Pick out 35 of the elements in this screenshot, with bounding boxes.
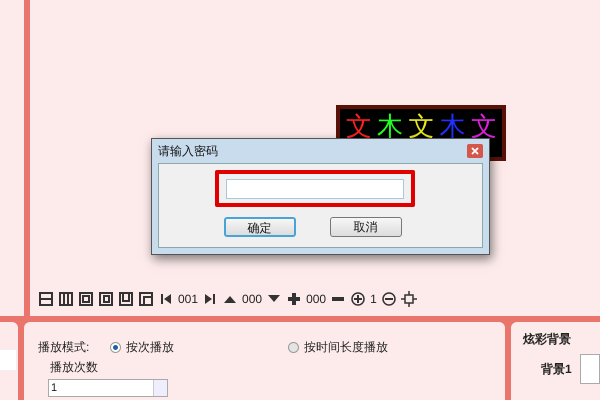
password-field[interactable] — [226, 178, 404, 198]
zoom-in-icon[interactable] — [350, 291, 366, 307]
preview-character: 文 — [346, 113, 373, 139]
fit-icon[interactable] — [400, 291, 417, 307]
close-icon — [471, 147, 479, 155]
dialog-button[interactable]: 确定 — [224, 217, 296, 237]
radio-option[interactable]: 按次播放 — [110, 338, 288, 356]
close-button[interactable] — [467, 144, 483, 158]
background-label: 背景1 — [541, 361, 572, 378]
play-count-spinbox[interactable]: 1 — [48, 379, 168, 397]
preview-character: 文 — [408, 113, 436, 139]
preview-character: 木 — [377, 113, 404, 139]
layout-icon[interactable] — [138, 291, 154, 307]
skip-first-icon[interactable] — [158, 291, 174, 307]
zoom-out-icon[interactable] — [380, 291, 397, 307]
preview-character: 文 — [470, 113, 498, 139]
background-swatch[interactable] — [580, 354, 600, 384]
spinbox-value: 1 — [51, 382, 58, 394]
counter-value: 1 — [370, 291, 377, 308]
panel-title: 炫彩背景 — [523, 331, 572, 348]
dialog-title: 请输入密码 — [158, 143, 218, 160]
dialog-button[interactable]: 取消 — [330, 217, 402, 237]
layout-icon[interactable] — [38, 291, 54, 307]
layout-icon[interactable] — [58, 291, 74, 307]
playback-mode-label: 播放模式: — [38, 339, 90, 356]
counter-value: 000 — [242, 291, 262, 308]
preview-character: 木 — [440, 113, 467, 139]
counter-value: 000 — [306, 291, 326, 308]
play-count-label: 播放次数 — [50, 359, 99, 376]
radio-option[interactable]: 按时间长度播放 — [288, 338, 388, 356]
layout-icon[interactable] — [98, 291, 114, 307]
counter-value: 001 — [178, 291, 198, 308]
layout-icon[interactable] — [118, 291, 134, 307]
layout-icon[interactable] — [78, 291, 94, 307]
plus-icon[interactable] — [286, 291, 302, 307]
